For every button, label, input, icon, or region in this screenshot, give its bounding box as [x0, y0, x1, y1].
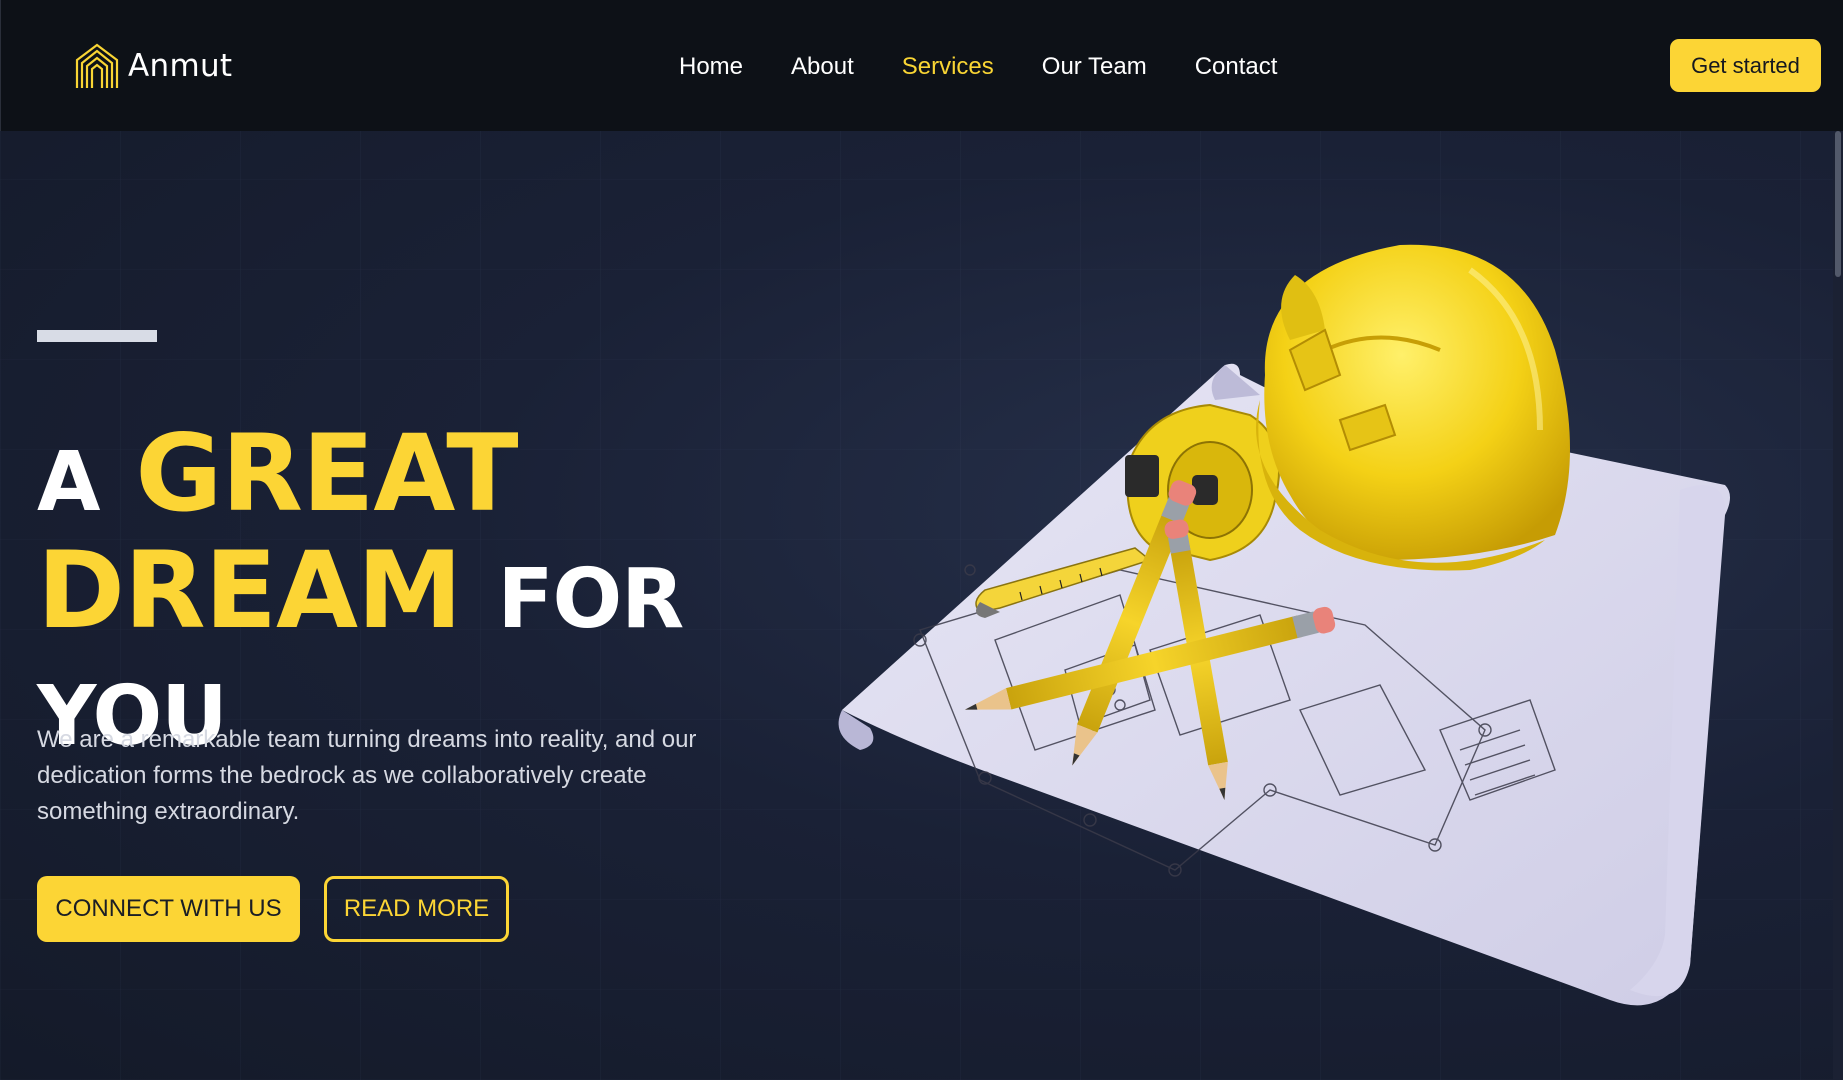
nav-about[interactable]: About [791, 52, 854, 82]
headline-word-dream: DREAM [37, 529, 463, 652]
arch-logo-icon [75, 43, 119, 88]
nav-services[interactable]: Services [902, 52, 994, 82]
page: Anmut Home About Services Our Team Conta… [0, 0, 1843, 1080]
hero-tagline: We are a remarkable team turning dreams … [37, 726, 697, 825]
headline-word-great: GREAT [135, 412, 518, 535]
scrollbar-thumb[interactable] [1835, 131, 1841, 277]
nav-our-team[interactable]: Our Team [1042, 52, 1147, 82]
hero-accent-bar [37, 330, 157, 342]
brand-logo[interactable]: Anmut [74, 42, 232, 90]
nav-home[interactable]: Home [679, 52, 743, 82]
nav-contact[interactable]: Contact [1195, 52, 1278, 82]
main-nav: Home About Services Our Team Contact [679, 52, 1325, 82]
brand-name: Anmut [128, 48, 233, 84]
connect-with-us-button[interactable]: CONNECT WITH US [37, 876, 300, 942]
page-scrollbar[interactable] [1833, 131, 1843, 1080]
hard-hat [1256, 244, 1570, 571]
headline-word-a: A [37, 435, 100, 530]
read-more-button[interactable]: READ MORE [324, 876, 509, 942]
top-navigation-bar: Anmut Home About Services Our Team Conta… [0, 0, 1843, 131]
headline-word-for: FOR [497, 552, 684, 647]
hero-headline: A GREAT DREAM FOR YOU [37, 420, 737, 771]
hard-hat-blueprint-illustration [838, 244, 1730, 1006]
get-started-button[interactable]: Get started [1670, 39, 1821, 92]
